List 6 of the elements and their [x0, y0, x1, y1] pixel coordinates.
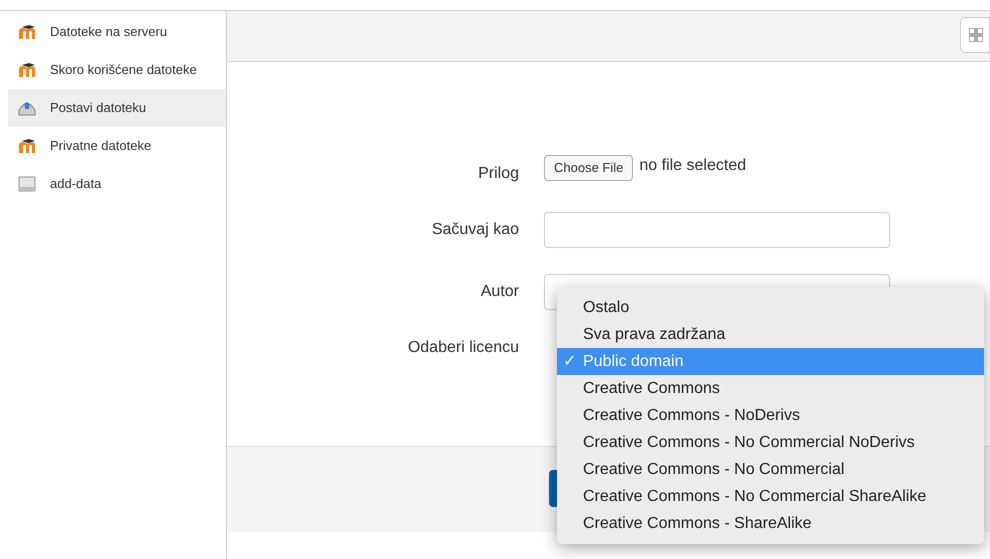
- field-label: Sačuvaj kao: [430, 220, 520, 240]
- check-mark: ✓: [563, 352, 576, 370]
- field-label: Odaberi licencu: [406, 338, 520, 358]
- field-label: Prilog: [477, 164, 520, 184]
- field-label: Autor: [480, 282, 520, 302]
- file-status-text: no file selected: [639, 156, 746, 176]
